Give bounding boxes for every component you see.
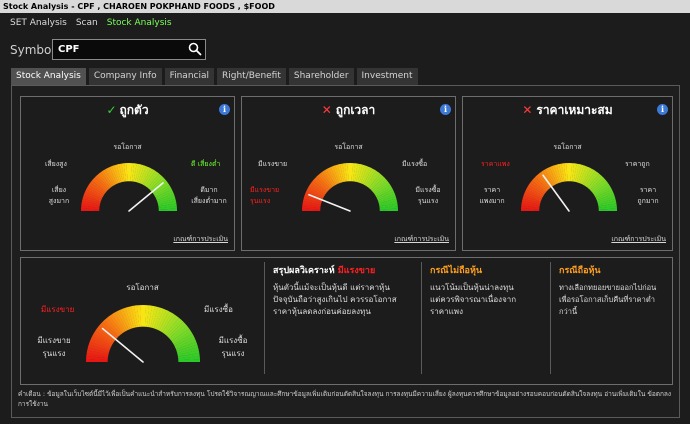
cross-icon: ✕	[321, 103, 332, 117]
holding-line: กว่านี้	[559, 307, 578, 316]
gauge-label-top: รอโอกาส	[126, 283, 159, 292]
symbol-search-box	[52, 39, 206, 60]
gauge-label-left-lower-1: ราคา	[483, 186, 501, 194]
gauge-label-right-upper: ดี เสี่ยงต่ำ	[191, 160, 221, 168]
card-title-text: ถูกเวลา	[335, 103, 376, 117]
gauge-label-left-upper: เสี่ยงสูง	[45, 160, 67, 168]
info-icon[interactable]: i	[657, 104, 668, 115]
holding-line: เพื่อรอโอกาสเก็บคืนที่ราคาต่ำ	[559, 295, 655, 304]
tab-company-info[interactable]: Company Info	[88, 68, 162, 85]
gauge-label-left-lower: มีแรงขาย รุนแรง	[250, 185, 290, 207]
gauge-label-left-lower-2: รุนแรง	[250, 197, 271, 205]
gauge-summary	[86, 304, 200, 363]
gauge-label-right-upper: ราคาถูก	[625, 160, 650, 168]
not-holding-column: กรณีไม่ถือหุ้น แนวโน้มเป็นหุ้นน่าลงทุน แ…	[422, 258, 550, 384]
criteria-link[interactable]: เกณฑ์การประเมิน	[394, 234, 449, 245]
tab-bar: Stock Analysis Company Info Financial Ri…	[11, 68, 421, 85]
gauge-label-right-lower-2: ถูกมาก	[637, 197, 659, 205]
gauge-label-top: รอโอกาส	[553, 143, 582, 151]
tab-investment[interactable]: Investment	[356, 68, 418, 85]
gauge-label-left-lower: ราคา แพงมาก	[473, 185, 511, 207]
holding-heading: กรณีถือหุ้น	[559, 266, 601, 276]
conclusion-line: ราคาหุ้นลดลงก่อนค่อยลงทุน	[273, 307, 371, 316]
top-nav: SET Analysis Scan Stock Analysis	[10, 16, 181, 30]
not-holding-text: แนวโน้มเป็นหุ้นน่าลงทุน แต่ควรพิจารณาเนื…	[430, 282, 516, 318]
gauge-label-right-lower: มีแรงซื้อ รุนแรง	[406, 185, 450, 207]
window-title: Stock Analysis - CPF , CHAROEN POKPHAND …	[0, 0, 690, 13]
gauge-label-top: รอโอกาส	[113, 143, 142, 151]
gauge-label-left-upper: ราคาแพง	[481, 160, 510, 168]
card-title: ✕ ถูกเวลา	[242, 101, 455, 120]
criteria-link[interactable]: เกณฑ์การประเมิน	[611, 234, 666, 245]
nav-scan[interactable]: Scan	[76, 16, 98, 30]
gauge-label-left-lower-2: สูงมาก	[48, 197, 70, 205]
gauge-label-right-lower-2: รุนแรง	[417, 197, 439, 205]
conclusion-line: หุ้นตัวนี้แม้จะเป็นหุ้นดี แต่ราคาหุ้น	[273, 283, 390, 292]
gauge-label-right-lower-1: มีแรงซื้อ	[415, 186, 441, 194]
gauge-label-right-upper: มีแรงซื้อ	[204, 305, 233, 314]
gauge-label-right-lower-1: มีแรงซื้อ	[218, 336, 248, 345]
gauge-label-left-lower: มีแรงขาย รุนแรง	[31, 334, 77, 360]
holding-text: ทางเลือกทยอยขายออกไปก่อน เพื่อรอโอกาสเก็…	[559, 282, 656, 318]
gauge-label-left-lower-1: มีแรงขาย	[250, 186, 280, 194]
info-icon[interactable]: i	[440, 104, 451, 115]
symbol-input[interactable]	[53, 40, 183, 59]
gauge-label-right-lower-1: ราคา	[639, 186, 657, 194]
gauge-label-left-lower-2: รุนแรง	[42, 349, 66, 358]
tab-stock-analysis[interactable]: Stock Analysis	[11, 68, 86, 85]
conclusion-status: มีแรงขาย	[337, 266, 376, 276]
conclusion-line: ปัจจุบันถือว่าสูงเกินไป ควรรอโอกาส	[273, 295, 397, 304]
tab-right-benefit[interactable]: Right/Benefit	[217, 68, 286, 85]
conclusion-heading-text: สรุปผลวิเคราะห์	[273, 266, 335, 276]
disclaimer-text: คำเตือน : ข้อมูลในเว็บไซต์นี้มีไว้เพื่อเ…	[18, 390, 672, 408]
not-holding-line: แต่ควรพิจารณาเนื่องจาก	[430, 295, 517, 304]
not-holding-heading: กรณีไม่ถือหุ้น	[430, 266, 483, 276]
not-holding-line: ราคาแพง	[430, 307, 463, 316]
gauge-label-right-lower-2: รุนแรง	[221, 349, 245, 358]
gauge-label-top: รอโอกาส	[334, 143, 363, 151]
gauge-label-left-upper: มีแรงขาย	[258, 160, 288, 168]
gauge-label-left-lower-1: มีแรงขาย	[37, 336, 71, 345]
gauge-label-right-lower-1: ดีมาก	[200, 186, 218, 194]
gauge-label-left-upper: มีแรงขาย	[41, 305, 75, 314]
summary-card: รอโอกาส มีแรงขาย มีแรงซื้อ มีแรงขาย รุนแ…	[20, 257, 673, 385]
gauge-label-left-lower-2: แพงมาก	[479, 197, 505, 205]
gauge-label-right-upper: มีแรงซื้อ	[402, 160, 428, 168]
holding-column: กรณีถือหุ้น ทางเลือกทยอยขายออกไปก่อน เพื…	[551, 258, 673, 384]
conclusion-text: หุ้นตัวนี้แม้จะเป็นหุ้นดี แต่ราคาหุ้น ปั…	[273, 282, 397, 318]
card-fair-price: ✕ ราคาเหมาะสม i รอโอกาส ราคาแพง ราคาถูก ร…	[462, 96, 673, 251]
gauge-right-stock	[80, 162, 177, 212]
gauge-right-time	[301, 162, 398, 212]
tab-financial[interactable]: Financial	[164, 68, 214, 85]
gauge-fair-price	[521, 162, 617, 212]
card-title: ✓ ถูกตัว	[21, 101, 234, 120]
gauge-label-left-lower: เสี่ยง สูงมาก	[41, 185, 77, 207]
gauge-label-right-lower-2: เสี่ยงต่ำมาก	[191, 197, 227, 205]
gauge-label-left-lower-1: เสี่ยง	[51, 186, 67, 194]
check-icon: ✓	[106, 103, 117, 117]
not-holding-line: แนวโน้มเป็นหุ้นน่าลงทุน	[430, 283, 514, 292]
card-title-text: ราคาเหมาะสม	[536, 103, 613, 117]
symbol-label: Symbol	[10, 43, 55, 57]
gauge-label-right-lower: ดีมาก เสี่ยงต่ำมาก	[181, 185, 237, 207]
card-title-text: ถูกตัว	[119, 103, 149, 117]
analysis-panel: ✓ ถูกตัว i รอโอกาส เสี่ยงสูง ดี เสี่ยงต่ำ…	[11, 85, 680, 418]
conclusion-heading: สรุปผลวิเคราะห์ มีแรงขาย	[273, 263, 375, 277]
info-icon[interactable]: i	[219, 104, 230, 115]
criteria-link[interactable]: เกณฑ์การประเมิน	[173, 234, 228, 245]
gauge-label-right-lower: ราคา ถูกมาก	[629, 185, 667, 207]
conclusion-column: สรุปผลวิเคราะห์ มีแรงขาย หุ้นตัวนี้แม้จะ…	[265, 258, 421, 384]
search-icon[interactable]	[188, 42, 202, 56]
nav-stock-analysis[interactable]: Stock Analysis	[107, 16, 172, 30]
card-title: ✕ ราคาเหมาะสม	[463, 101, 672, 120]
holding-line: ทางเลือกทยอยขายออกไปก่อน	[559, 283, 657, 292]
card-right-stock: ✓ ถูกตัว i รอโอกาส เสี่ยงสูง ดี เสี่ยงต่ำ…	[20, 96, 235, 251]
tab-shareholder[interactable]: Shareholder	[288, 68, 354, 85]
nav-set-analysis[interactable]: SET Analysis	[10, 16, 67, 30]
gauge-label-right-lower: มีแรงซื้อ รุนแรง	[207, 334, 259, 360]
card-right-time: ✕ ถูกเวลา i รอโอกาส มีแรงขาย มีแรงซื้อ มี…	[241, 96, 456, 251]
cross-icon: ✕	[522, 103, 533, 117]
